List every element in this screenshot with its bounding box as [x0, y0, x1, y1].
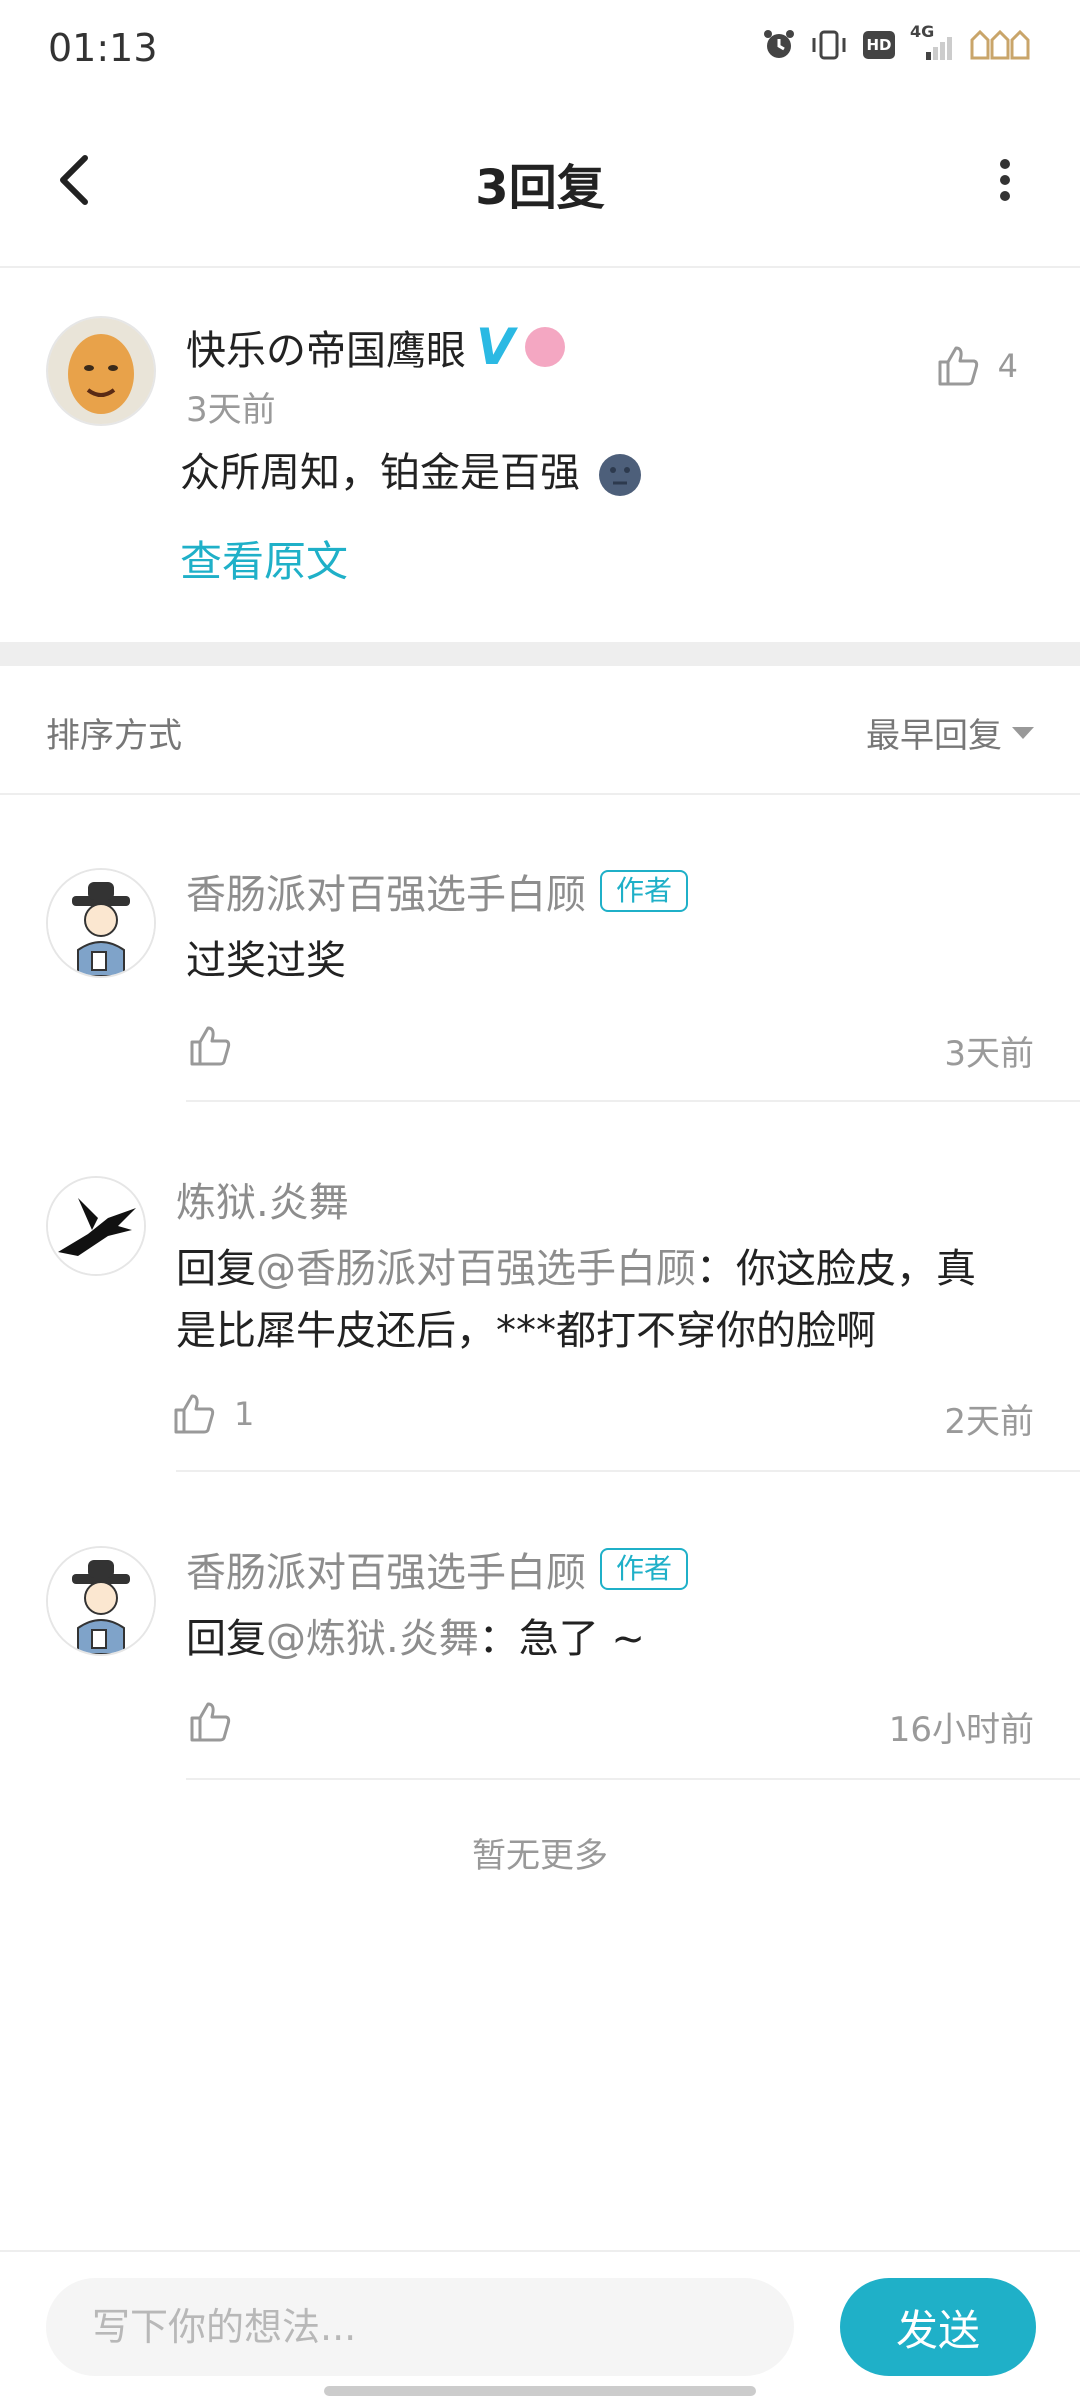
thumbs-up-icon — [938, 346, 978, 386]
caret-down-icon — [1012, 726, 1034, 739]
dragon-avatar-icon — [48, 1178, 144, 1274]
reply-author-name[interactable]: 香肠派对百强选手白顾 — [186, 1540, 586, 1598]
more-vertical-icon — [1000, 159, 1010, 201]
like-button[interactable] — [188, 1024, 232, 1072]
home-indicator[interactable] — [324, 2386, 756, 2396]
status-icons: HD 4G — [762, 22, 1032, 62]
reply-time: 3天前 — [944, 1034, 1034, 1074]
verified-icon: V — [476, 318, 515, 376]
sort-label: 排序方式 — [46, 716, 182, 756]
author-tag: 作者 — [600, 1547, 689, 1591]
sort-dropdown[interactable]: 最早回复 — [866, 708, 1034, 757]
reply-time: 16小时前 — [888, 1710, 1034, 1750]
comment-author[interactable]: 快乐の帝国鹰眼 V — [186, 318, 565, 376]
bald-man-avatar-icon — [48, 318, 154, 424]
reply-divider — [186, 1778, 1080, 1780]
author-name[interactable]: 快乐の帝国鹰眼 — [186, 318, 466, 376]
send-button[interactable]: 发送 — [840, 2278, 1036, 2376]
like-count: 1 — [234, 1395, 255, 1433]
reply-author[interactable]: 香肠派对百强选手白顾 作者 — [186, 1540, 689, 1598]
moon-face-emoji-icon — [598, 454, 641, 496]
section-divider — [0, 642, 1080, 666]
avatar[interactable] — [46, 1176, 146, 1276]
sort-selected: 最早回复 — [866, 716, 1002, 756]
comment-input[interactable] — [46, 2278, 794, 2376]
thumbs-up-icon — [190, 1702, 231, 1742]
composer-divider — [0, 2250, 1080, 2252]
header-divider — [0, 266, 1080, 268]
page-title: 3回复 — [475, 160, 605, 216]
hd-icon: HD — [862, 30, 896, 60]
thumbs-up-icon — [174, 1394, 215, 1434]
author-tag: 作者 — [600, 869, 689, 913]
reply-text: 回复@炼狱.炎舞：急了 ~ — [186, 1616, 645, 1662]
comment-text: 众所周知，铂金是百强 — [180, 440, 643, 498]
more-options-button[interactable] — [970, 145, 1040, 215]
reply-author-name[interactable]: 香肠派对百强选手白顾 — [186, 862, 586, 920]
mention-link[interactable]: @香肠派对百强选手白顾 — [256, 1246, 696, 1292]
reply-text: 过奖过奖 — [186, 938, 346, 984]
alarm-icon — [762, 28, 796, 62]
no-more-note: 暂无更多 — [472, 1836, 608, 1876]
mention-link[interactable]: @炼狱.炎舞 — [266, 1616, 479, 1662]
scholar-avatar-icon — [48, 1548, 154, 1654]
view-original-link[interactable]: 查看原文 — [180, 528, 348, 589]
reply-divider — [186, 1100, 1080, 1102]
level-badge-icon — [524, 327, 565, 367]
signal-4g-icon: 4G — [910, 22, 954, 62]
comment-time: 3天前 — [186, 390, 276, 430]
like-button[interactable]: 1 — [172, 1392, 254, 1436]
sort-divider — [0, 793, 1080, 795]
reply-divider — [176, 1470, 1080, 1472]
battery-icon — [968, 28, 1032, 62]
thumbs-up-icon — [190, 1026, 231, 1066]
reply-time: 2天前 — [944, 1402, 1034, 1442]
comment-input-container[interactable] — [46, 2278, 794, 2376]
reply-text: 回复@香肠派对百强选手白顾：你这脸皮，真 是比犀牛皮还后，***都打不穿你的脸啊 — [176, 1246, 976, 1354]
reply-author[interactable]: 炼狱.炎舞 — [176, 1170, 349, 1228]
avatar[interactable] — [46, 1546, 156, 1656]
like-button[interactable] — [188, 1700, 232, 1748]
scholar-avatar-icon — [48, 870, 154, 976]
avatar[interactable] — [46, 868, 156, 978]
avatar[interactable] — [46, 316, 156, 426]
like-count: 4 — [997, 347, 1018, 385]
reply-author-name[interactable]: 炼狱.炎舞 — [176, 1170, 349, 1228]
like-button[interactable]: 4 — [936, 344, 1018, 388]
vibrate-icon — [810, 28, 848, 62]
reply-author[interactable]: 香肠派对百强选手白顾 作者 — [186, 862, 689, 920]
status-time: 01:13 — [48, 26, 158, 70]
